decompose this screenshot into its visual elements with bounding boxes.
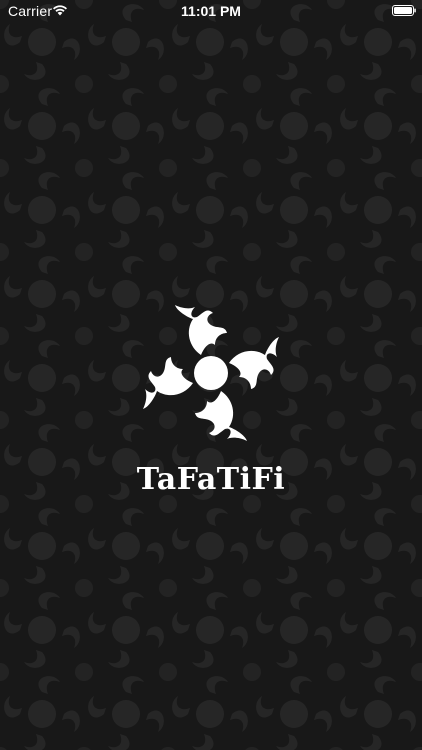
- status-time: 11:01 PM: [181, 3, 241, 19]
- swirl-logo-icon: [143, 305, 279, 441]
- splash-screen: Carrier 11:01 PM TaFaTiFi: [0, 0, 422, 750]
- app-name-wordmark: TaFaTiFi: [136, 462, 286, 497]
- status-bar: Carrier 11:01 PM: [0, 0, 422, 24]
- battery-icon: [392, 5, 416, 16]
